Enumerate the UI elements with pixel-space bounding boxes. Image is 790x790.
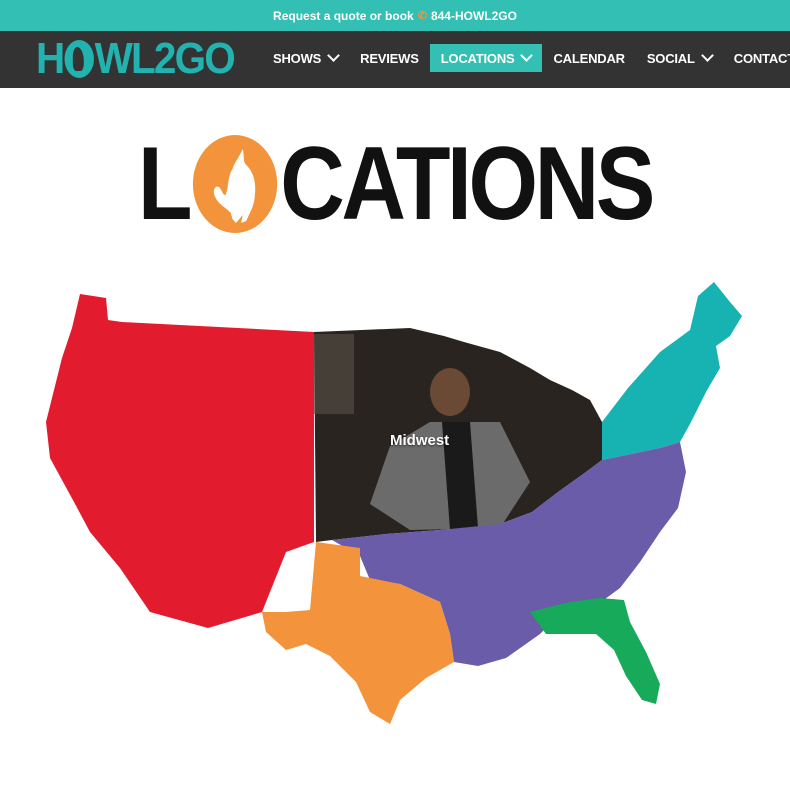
chevron-down-icon	[700, 49, 714, 62]
phone-icon: ✆	[417, 10, 427, 22]
nav-item-calendar[interactable]: CALENDAR	[542, 44, 635, 72]
main-navbar: H WL2GO SHOWS REVIEWS LOCATIONS CALENDAR…	[0, 31, 790, 88]
region-northeast[interactable]	[602, 282, 742, 460]
map-hover-label: Midwest	[390, 432, 450, 449]
howling-wolf-icon	[192, 135, 277, 233]
nav-item-shows[interactable]: SHOWS	[262, 44, 349, 72]
nav-item-reviews[interactable]: REVIEWS	[349, 44, 430, 72]
nav-item-locations[interactable]: LOCATIONS	[429, 44, 543, 72]
primary-nav: SHOWS REVIEWS LOCATIONS CALENDAR SOCIAL …	[262, 43, 790, 73]
page-title: L CATIONS	[137, 126, 656, 242]
nav-item-contact[interactable]: CONTACT	[723, 44, 790, 72]
phone-link[interactable]: 844-HOWL2GO	[431, 9, 517, 23]
wolf-logo-icon	[64, 40, 94, 78]
top-announcement-bar: Request a quote or book ✆ 844-HOWL2GO	[0, 0, 790, 31]
region-florida[interactable]	[530, 598, 660, 704]
us-regions-map	[46, 282, 742, 724]
howl2go-logo[interactable]: H WL2GO	[36, 34, 236, 83]
quote-text: Request a quote or book	[273, 8, 414, 23]
chevron-down-icon	[520, 49, 534, 62]
chevron-down-icon	[327, 49, 340, 62]
nav-item-social[interactable]: SOCIAL	[636, 44, 723, 72]
region-west[interactable]	[46, 294, 314, 628]
